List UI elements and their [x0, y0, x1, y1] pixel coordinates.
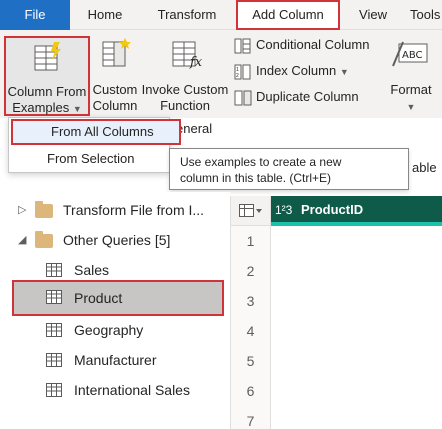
- query-group-other-queries[interactable]: ◢ Other Queries [5]: [0, 225, 230, 255]
- formula-bar-text[interactable]: able: [412, 160, 437, 175]
- query-group-label: Transform File from I...: [63, 202, 205, 218]
- conditional-column-icon: [234, 38, 251, 54]
- tooltip-line-1: Use examples to create a new: [180, 155, 342, 169]
- query-item-label: Geography: [74, 322, 144, 338]
- index-column-label: Index Column: [256, 63, 337, 78]
- format-button[interactable]: ABC Format ▼: [386, 36, 436, 112]
- column-from-examples-label-1: Column From: [7, 84, 87, 99]
- tab-add-column[interactable]: Add Column: [236, 0, 340, 30]
- row-number: 4: [231, 316, 271, 346]
- query-item-product[interactable]: Product: [12, 280, 224, 316]
- invoke-custom-function-label-1: Invoke Custom: [141, 82, 229, 97]
- query-item-label: International Sales: [74, 382, 190, 398]
- folder-icon: [35, 201, 53, 218]
- row-number: 2: [231, 256, 271, 286]
- column-from-examples-label-2: Examples: [12, 100, 70, 115]
- custom-column-label-2: Column: [92, 98, 138, 113]
- duplicate-column-button[interactable]: Duplicate Column: [234, 86, 359, 108]
- table-icon: [46, 290, 62, 304]
- general-group-label: eneral: [176, 121, 213, 136]
- column-quality-bar: [271, 222, 442, 226]
- ribbon: Column From Examples ▼ Custom Column fx: [0, 30, 442, 118]
- svg-text:2: 2: [236, 73, 239, 79]
- number-type-icon[interactable]: 1²3: [275, 196, 292, 224]
- select-all-table-icon[interactable]: [231, 196, 271, 226]
- invoke-custom-function-button[interactable]: fx Invoke Custom Function: [140, 36, 230, 113]
- custom-column-icon: [102, 38, 131, 67]
- table-icon: [46, 353, 62, 367]
- tab-home[interactable]: Home: [76, 0, 134, 30]
- column-from-examples-menu: From All Columns From Selection: [8, 117, 181, 173]
- tab-transform[interactable]: Transform: [146, 0, 228, 30]
- chevron-right-icon[interactable]: ▷: [18, 195, 26, 225]
- column-from-examples-button[interactable]: Column From Examples ▼: [4, 36, 90, 116]
- tab-file[interactable]: File: [0, 0, 70, 30]
- ribbon-tab-bar: File Home Transform Add Column View Tool…: [0, 0, 442, 30]
- query-item-manufacturer[interactable]: Manufacturer: [0, 345, 230, 375]
- chevron-down-icon: ▼: [339, 67, 349, 77]
- chevron-down-icon: ▼: [406, 102, 416, 112]
- column-header-label: ProductID: [301, 202, 364, 217]
- custom-column-button[interactable]: Custom Column: [90, 36, 140, 113]
- duplicate-column-icon: [234, 90, 252, 106]
- index-column-icon: 1 2: [234, 64, 251, 80]
- menu-item-from-all-columns[interactable]: From All Columns: [11, 119, 181, 145]
- conditional-column-label: Conditional Column: [256, 37, 370, 52]
- query-item-label: Manufacturer: [74, 352, 157, 368]
- folder-icon: [35, 231, 53, 248]
- invoke-custom-function-label-2: Function: [160, 98, 210, 113]
- table-icon: [46, 383, 62, 397]
- query-item-label: Product: [74, 290, 123, 306]
- query-group-transform-file[interactable]: ▷ Transform File from I...: [0, 195, 230, 225]
- data-grid: 1²3 ProductID 1 2 3 4 5 6 7: [230, 196, 442, 429]
- invoke-function-icon: fx: [172, 41, 202, 70]
- query-item-international-sales[interactable]: International Sales: [0, 375, 230, 405]
- row-number: 3: [231, 286, 271, 316]
- tab-view[interactable]: View: [350, 0, 396, 30]
- menu-item-from-selection[interactable]: From Selection: [9, 146, 169, 172]
- format-icon: ABC: [392, 41, 428, 67]
- chevron-down-icon[interactable]: ◢: [18, 225, 26, 255]
- query-group-label: Other Queries [5]: [63, 232, 171, 248]
- table-icon: [46, 263, 62, 277]
- svg-text:ABC: ABC: [402, 50, 423, 61]
- chevron-down-icon: ▼: [72, 104, 82, 114]
- duplicate-column-label: Duplicate Column: [256, 89, 359, 104]
- table-icon: [46, 323, 62, 337]
- svg-text:fx: fx: [189, 55, 202, 70]
- tab-tools[interactable]: Tools: [410, 0, 442, 30]
- row-number: 5: [231, 346, 271, 376]
- format-label: Format: [390, 82, 432, 97]
- grid-header: 1²3 ProductID: [231, 196, 442, 226]
- tooltip-line-2: column in this table. (Ctrl+E): [180, 171, 332, 185]
- index-column-button[interactable]: 1 2 Index Column ▼: [234, 60, 349, 82]
- queries-pane: ▷ Transform File from I... ◢ Other Queri…: [0, 192, 230, 429]
- row-number: 6: [231, 376, 271, 406]
- column-from-examples-icon: [34, 42, 61, 71]
- row-number: 7: [231, 406, 271, 429]
- conditional-column-button[interactable]: Conditional Column: [234, 34, 369, 56]
- tooltip: Use examples to create a new column in t…: [169, 148, 409, 190]
- custom-column-label-1: Custom: [92, 82, 138, 97]
- row-number: 1: [231, 226, 271, 256]
- query-item-geography[interactable]: Geography: [0, 315, 230, 345]
